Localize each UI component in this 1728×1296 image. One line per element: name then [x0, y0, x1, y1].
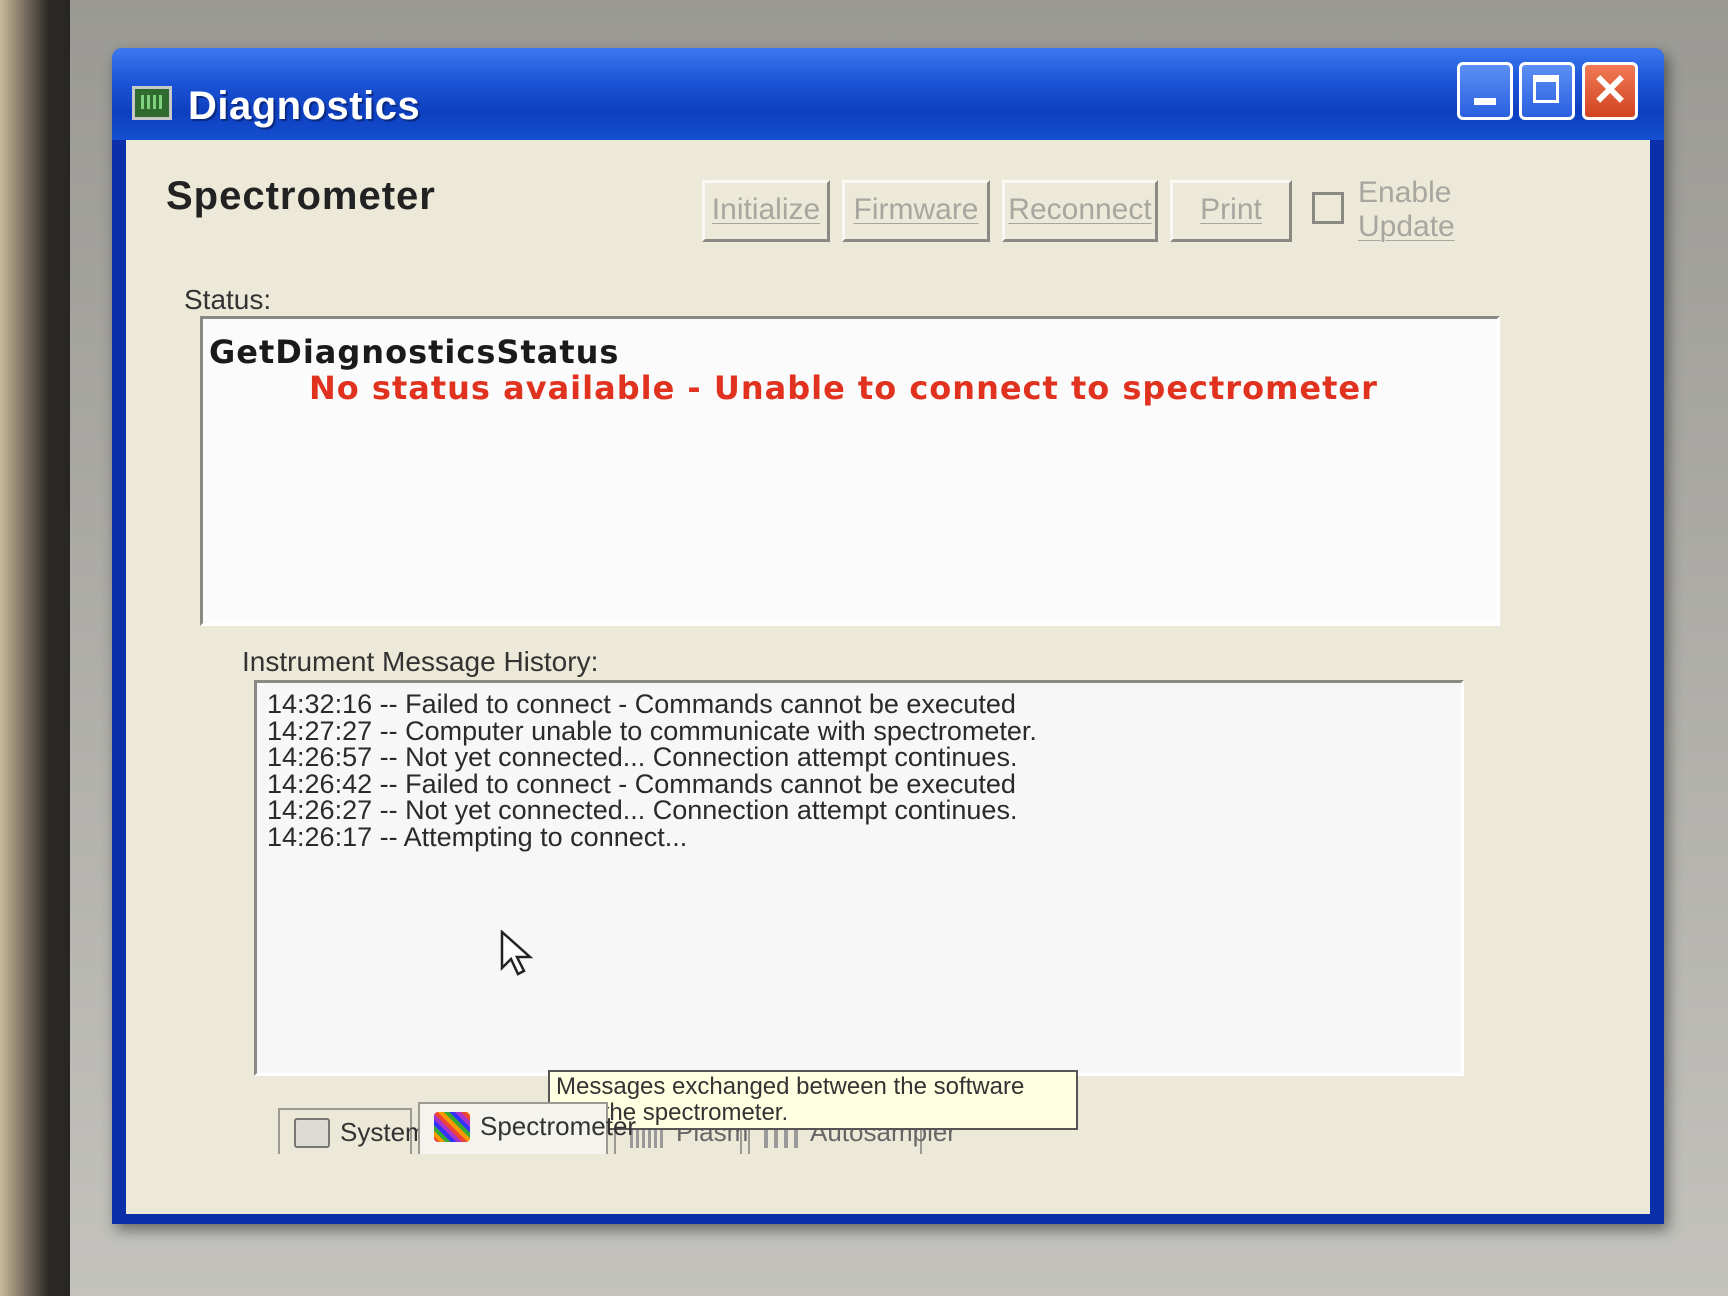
system-icon: [294, 1118, 330, 1148]
tab-spectrometer[interactable]: Spectrometer: [418, 1102, 636, 1154]
tab-spectrometer-label: Spectrometer: [480, 1111, 637, 1141]
history-message[interactable]: 14:26:57 -- Not yet connected... Connect…: [267, 744, 1037, 771]
status-error-text: No status available - Unable to connect …: [309, 369, 1378, 407]
history-message[interactable]: 14:26:42 -- Failed to connect - Commands…: [267, 770, 1037, 798]
window-client-area: Spectrometer Initialize Firmware Reconne…: [126, 140, 1650, 1214]
initialize-button[interactable]: Initialize: [702, 180, 830, 242]
spectrometer-icon: [434, 1112, 470, 1142]
message-history-list[interactable]: 14:32:16 -- Failed to connect - Commands…: [254, 680, 1464, 1076]
tab-system[interactable]: System: [278, 1108, 427, 1154]
status-command-text: GetDiagnosticsStatus: [209, 333, 620, 371]
firmware-button[interactable]: Firmware: [842, 180, 990, 242]
window-title: Diagnostics: [188, 84, 421, 128]
diagnostics-app-icon: [132, 86, 172, 120]
history-message[interactable]: 14:26:17 -- Attempting to connect...: [267, 823, 1037, 851]
history-message[interactable]: 14:26:27 -- Not yet connected... Connect…: [267, 797, 1037, 824]
enable-update-checkbox[interactable]: [1312, 192, 1344, 224]
close-icon: ✕: [1591, 66, 1629, 115]
history-message[interactable]: 14:27:27 -- Computer unable to communica…: [267, 717, 1037, 745]
mouse-pointer-icon: [500, 930, 534, 976]
minimize-button[interactable]: [1457, 62, 1513, 120]
print-button[interactable]: Print: [1170, 180, 1292, 242]
message-history-label: Instrument Message History:: [242, 646, 599, 677]
diagnostics-window: Diagnostics ✕ Spectrometer Initialize Fi…: [112, 48, 1664, 1224]
enable-update-label-line2: Update: [1358, 210, 1455, 243]
history-message[interactable]: 14:32:16 -- Failed to connect - Commands…: [267, 691, 1037, 718]
maximize-button[interactable]: [1519, 62, 1575, 120]
status-label: Status:: [184, 284, 272, 315]
enable-update-label-line1: Enable: [1358, 176, 1452, 209]
enable-update-label: Enable Update: [1358, 176, 1478, 244]
title-bar[interactable]: Diagnostics ✕: [112, 48, 1664, 140]
status-textbox[interactable]: GetDiagnosticsStatus No status available…: [200, 316, 1500, 626]
tab-system-label: System: [340, 1117, 427, 1147]
reconnect-button[interactable]: Reconnect: [1002, 180, 1158, 242]
group-title: Spectrometer: [166, 174, 436, 218]
close-button[interactable]: ✕: [1582, 62, 1638, 120]
